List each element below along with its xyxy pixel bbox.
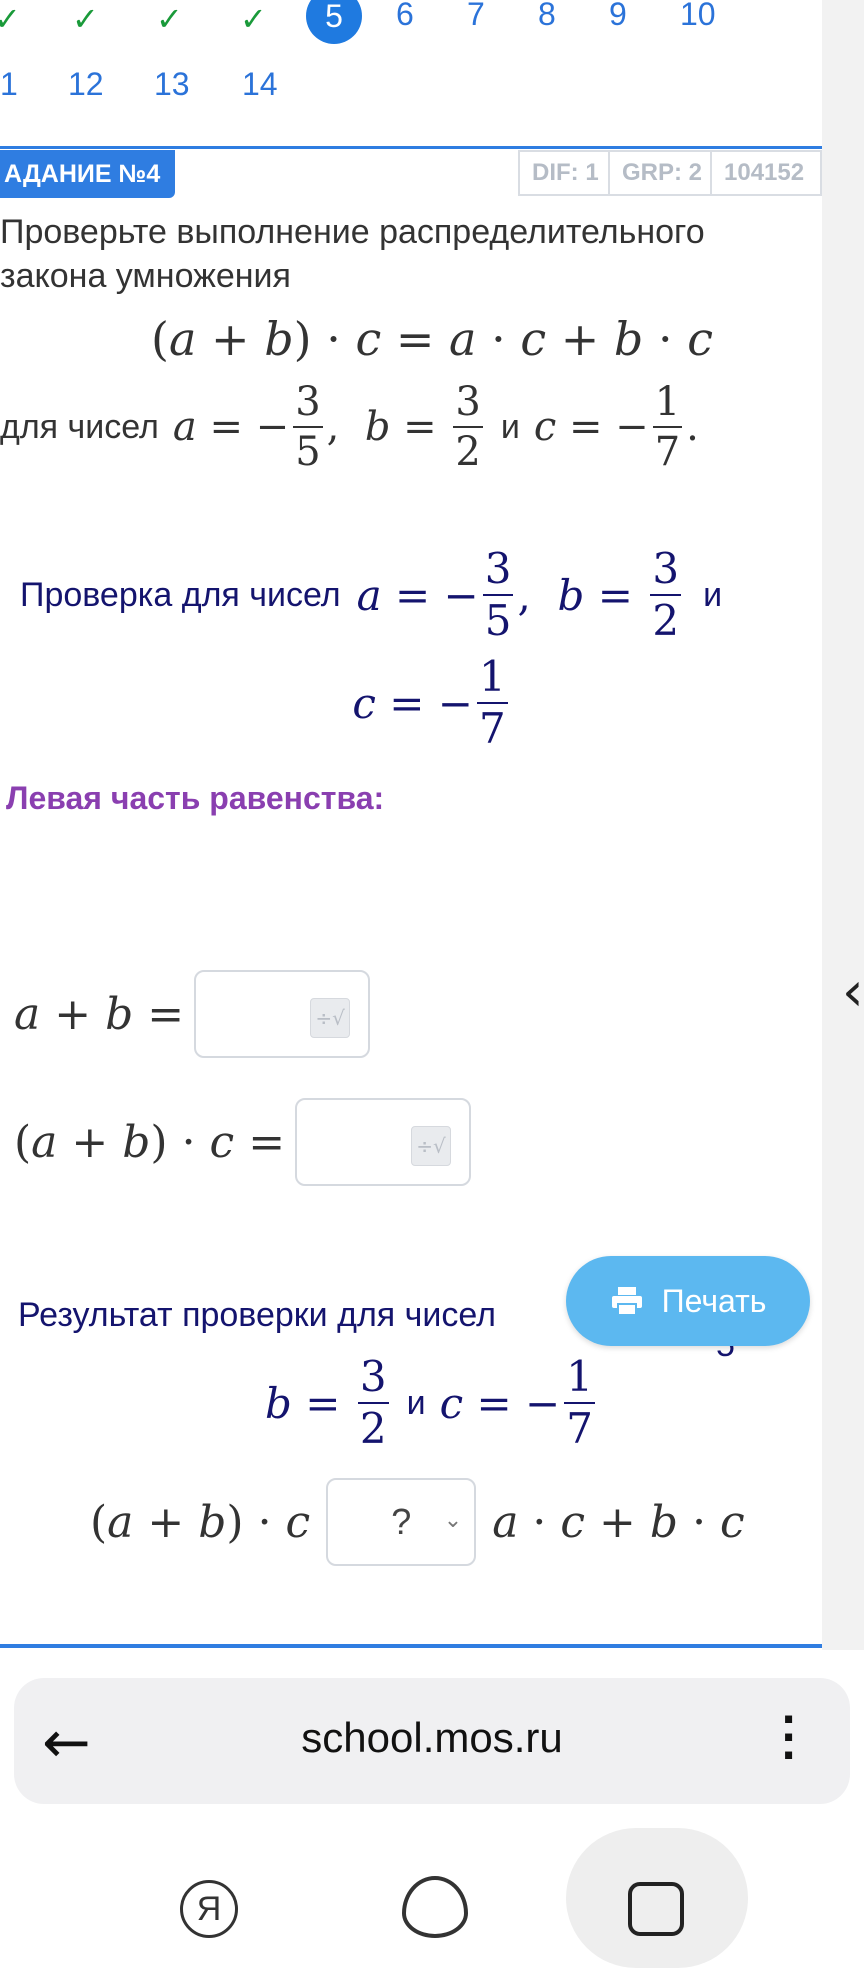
and-label: и bbox=[500, 407, 520, 446]
printer-icon bbox=[611, 1287, 642, 1316]
result-values: b = 32 и c = − 17 bbox=[265, 1352, 595, 1453]
more-menu-icon[interactable]: · · · bbox=[778, 1694, 802, 1780]
checkmark-icon[interactable]: ✓ bbox=[72, 0, 99, 38]
fraction-keyboard-icon[interactable]: ÷√ bbox=[310, 998, 351, 1038]
result-and-label: и bbox=[406, 1383, 426, 1422]
tabs-icon[interactable] bbox=[628, 1882, 684, 1936]
result-heading: Результат проверки для чисел bbox=[18, 1296, 496, 1334]
nav-question-14[interactable]: 14 bbox=[242, 66, 278, 103]
nav-question-8[interactable]: 8 bbox=[538, 0, 556, 33]
check-heading-label: Проверка для чисел bbox=[20, 575, 341, 614]
content-bottom-divider bbox=[0, 1644, 822, 1648]
check-and-label: и bbox=[703, 575, 723, 614]
compare-select[interactable]: ? ⌄ bbox=[326, 1478, 477, 1566]
task-id-badge: 104152 bbox=[710, 150, 822, 196]
nav-question-6[interactable]: 6 bbox=[396, 0, 414, 33]
nav-question-current[interactable]: 5 bbox=[306, 0, 362, 44]
product-row: (a + b) · c = ÷√ bbox=[14, 1098, 472, 1186]
print-button[interactable]: Печать bbox=[566, 1256, 810, 1346]
given-values: для чисел a = − 35, b = 32 и c = − 17. bbox=[0, 379, 699, 475]
nav-question-10[interactable]: 10 bbox=[680, 0, 716, 33]
compare-row: (a + b) · c ? ⌄ a · c + b · c bbox=[90, 1478, 745, 1566]
compare-select-value: ? bbox=[391, 1501, 412, 1542]
nav-question-9[interactable]: 9 bbox=[609, 0, 627, 33]
sum-row: a + b = ÷√ bbox=[14, 970, 371, 1058]
nav-question-13[interactable]: 13 bbox=[154, 66, 190, 103]
check-heading: Проверка для чисел a = − 35, b = 32 и bbox=[20, 544, 723, 645]
checkmark-icon[interactable]: ✓ bbox=[240, 0, 267, 38]
checkmark-icon[interactable]: ✓ bbox=[156, 0, 183, 38]
yandex-icon[interactable]: Я bbox=[180, 1880, 238, 1938]
task-badge: АДАНИЕ №4 bbox=[0, 150, 175, 198]
sum-input[interactable]: ÷√ bbox=[194, 970, 371, 1058]
nav-question-7[interactable]: 7 bbox=[467, 0, 485, 33]
chevron-left-icon[interactable]: ‹ bbox=[842, 960, 864, 1023]
fraction-keyboard-icon[interactable]: ÷√ bbox=[411, 1126, 452, 1166]
grp-badge: GRP: 2 bbox=[608, 150, 712, 196]
chevron-down-icon: ⌄ bbox=[443, 1508, 463, 1533]
distributive-formula: (a + b) · c = a · c + b · c bbox=[151, 312, 713, 366]
nav-question-12[interactable]: 12 bbox=[68, 66, 104, 103]
left-part-heading: Левая часть равенства: bbox=[6, 780, 385, 816]
for-numbers-label: для чисел bbox=[0, 407, 159, 446]
checkmark-icon[interactable]: ✓ bbox=[0, 0, 21, 38]
nav-question-11[interactable]: 1 bbox=[0, 66, 18, 103]
product-input[interactable]: ÷√ bbox=[295, 1098, 472, 1186]
task-text: Проверьте выполнение распределительного … bbox=[0, 213, 705, 295]
print-label: Печать bbox=[661, 1282, 767, 1319]
dif-badge: DIF: 1 bbox=[518, 150, 610, 196]
task-divider bbox=[0, 146, 822, 149]
check-c-value: c = − 17 bbox=[352, 652, 508, 753]
url-text[interactable]: school.mos.ru bbox=[0, 1714, 864, 1762]
